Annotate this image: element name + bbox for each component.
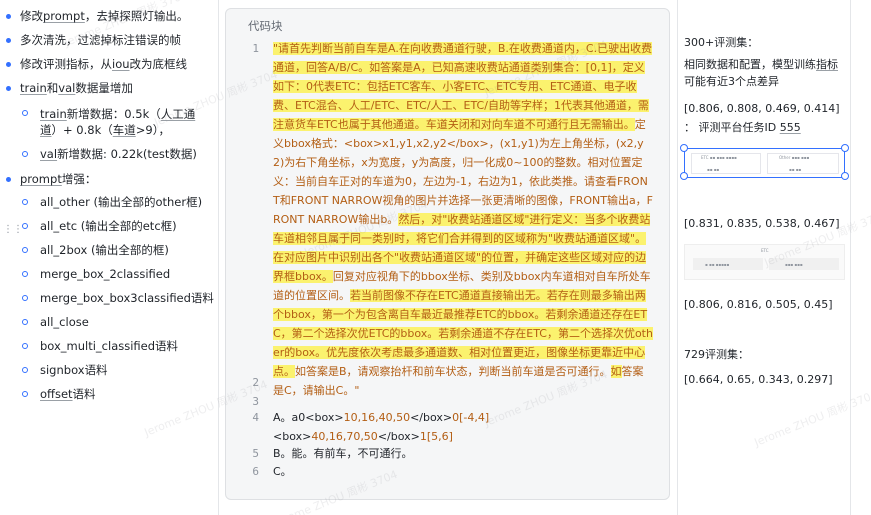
drag-handle-icon[interactable]: ⋮⋮ [3, 224, 23, 236]
eval-heading-729: 729评测集： [684, 348, 749, 361]
sub-bullet-ring [22, 343, 28, 349]
bullet-dot [6, 177, 11, 182]
line-number: 6 [252, 465, 259, 478]
line-number: 1 [252, 42, 259, 55]
sub-bullet-ring [22, 367, 28, 373]
sub-bullet-train-data: train新增数据：0.5k（人工通道）+ 0.8k（车道>9）， [40, 107, 196, 137]
sub-bullet-val-data: val新增数据: 0.22k(test数据) [40, 147, 197, 161]
code-block-title: 代码块 [248, 19, 283, 33]
prompt-item: merge_box_box3classified语料 [40, 291, 214, 305]
eval-heading-300: 300+评测集： [684, 36, 759, 49]
bullet-data-increase: train和val数据量增加 [20, 81, 133, 95]
bullet-dot [6, 62, 11, 67]
code-line-text: A。a0<box>10,16,40,50</box>0[-4,4] <box>40… [273, 411, 490, 443]
eval-description: 相同数据和配置，模型训练指标可能有近3个点差异 [684, 58, 838, 88]
highlighted-text: "请首先判断当前自车是A.在向收费通道行驶，B.在收费通道内，C.已驶出收费通道… [273, 42, 653, 131]
bullet-eval-metric: 修改评测指标，从iou改为底框线 [20, 57, 188, 71]
sub-bullet-ring [22, 271, 28, 277]
column-divider [677, 0, 678, 515]
line-number: 4 [252, 411, 259, 424]
resize-handle[interactable] [680, 144, 688, 152]
column-divider [218, 0, 219, 515]
bullet-data-cleaning: 多次清洗，过滤掉标注错误的帧 [20, 33, 181, 47]
sub-bullet-ring [22, 391, 28, 397]
code-text: 定义bbox格式：<box>x1,y1,x2,y2</box>，(x1,y1)为… [273, 118, 654, 226]
sub-bullet-ring [22, 247, 28, 253]
prompt-item: all_etc (输出全部的etc框) [40, 219, 177, 233]
sub-bullet-ring [22, 110, 28, 116]
eval-score: [0.664, 0.65, 0.343, 0.297] [684, 373, 833, 386]
task-id-link[interactable]: 555 [780, 121, 801, 134]
column-divider [850, 0, 851, 515]
resize-handle[interactable] [841, 172, 849, 180]
resize-handle[interactable] [841, 144, 849, 152]
prompt-item: all_2box (输出全部的框) [40, 243, 169, 257]
thumb-text: ▪▪ ▪▪ [707, 167, 720, 172]
thumb-text: ETC [761, 248, 769, 253]
sub-bullet-ring [22, 199, 28, 205]
thumb-bar [769, 258, 839, 270]
line-number: 5 [252, 447, 259, 460]
eval-score: [0.831, 0.835, 0.538, 0.467] [684, 217, 840, 230]
code-line-text: "请首先判断当前自车是A.在向收费通道行驶，B.在收费通道内，C.已驶出收费通道… [273, 39, 653, 400]
bullet-dot [6, 38, 11, 43]
highlighted-text: 如 [610, 365, 622, 378]
sub-bullet-ring [22, 295, 28, 301]
sub-bullet-ring [22, 223, 28, 229]
bullet-remove-spotlight: 修改prompt，去掉探照灯输出。 [20, 9, 189, 23]
bullet-prompt-enhance: prompt增强： [20, 172, 97, 186]
prompt-item: offset语料 [40, 387, 96, 401]
thumb-text: Other ▪▪▪ ▪▪▪ [779, 155, 810, 160]
document-left-column: 修改prompt，去掉探照灯输出。 多次清洗，过滤掉标注错误的帧 修改评测指标，… [0, 0, 218, 515]
prompt-item: signbox语料 [40, 363, 108, 377]
code-block[interactable]: 代码块 1 "请首先判断当前自车是A.在向收费通道行驶，B.在收费通道内，C.已… [225, 8, 670, 500]
code-text: 如答案是B，请观察抬杆和前车状态，判断当前车道是否可通行。 [295, 365, 611, 378]
eval-task-id: ： 评测平台任务ID 555 [684, 121, 801, 134]
eval-score: [0.806, 0.816, 0.505, 0.45] [684, 298, 833, 311]
prompt-item: merge_box_2classified [40, 267, 171, 281]
prompt-item: box_multi_classified语料 [40, 339, 179, 353]
sub-bullet-ring [22, 319, 28, 325]
code-line-text: C。 [273, 465, 292, 478]
thumb-text: ▪▪▪ ▪▪▪ [785, 262, 803, 267]
prompt-item: all_close [40, 315, 89, 329]
embedded-table-image[interactable]: ETC ▪▪ ▪▪▪ ▪▪▪▪ Other ▪▪▪ ▪▪▪ ▪▪ ▪▪ ▪▪ ▪… [684, 148, 845, 178]
embedded-chart-image[interactable]: ETC ▪ ▪▪ ▪▪▪▪▪ ▪▪▪ ▪▪▪ [684, 244, 845, 280]
bullet-dot [6, 14, 11, 19]
thumb-text: ETC ▪▪ ▪▪▪ ▪▪▪▪ [701, 155, 737, 160]
thumb-text: ▪ ▪▪ ▪▪▪▪▪ [705, 262, 730, 267]
sub-bullet-ring [22, 151, 28, 157]
watermark: Jerome ZHOU 周彬 3704 [752, 387, 871, 450]
bullet-dot [6, 86, 11, 91]
prompt-item: all_other (输出全部的other框) [40, 195, 203, 209]
thumb-text: ▪▪ ▪▪ [789, 167, 802, 172]
line-number: 2 [252, 376, 259, 389]
resize-handle[interactable] [680, 172, 688, 180]
eval-score: [0.806, 0.808, 0.469, 0.414] [684, 102, 840, 115]
code-line-text: B。能。有前车，不可通行。 [273, 447, 413, 460]
